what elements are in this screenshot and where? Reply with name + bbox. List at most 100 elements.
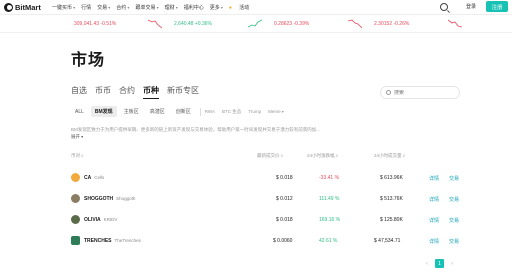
register-button[interactable]: 注册: [486, 1, 508, 12]
ticker-item[interactable]: 0.28623 -0.39%: [274, 21, 309, 27]
page-title: 市场: [71, 52, 106, 69]
top-nav: BitMart 一键买币 行情 交易 合约 跟单交易 理财 福利中心 更多 ● …: [0, 0, 512, 15]
filter-trump[interactable]: Trump: [248, 109, 261, 114]
coin-change: 111.49 %: [319, 196, 340, 202]
subtab-all[interactable]: ALL: [71, 107, 88, 117]
coin-ca-icon: [71, 173, 80, 182]
tab-favorites[interactable]: 自选: [71, 85, 87, 96]
nav-item-more[interactable]: 更多: [210, 4, 223, 11]
coin-price: $ 0.018: [276, 217, 293, 223]
logo-mark-icon: [4, 3, 13, 12]
nav-item-rewards[interactable]: 福利中心: [184, 4, 204, 11]
detail-link[interactable]: 详情: [429, 238, 439, 245]
pagination: ‹ 1 ›: [421, 259, 458, 268]
coin-volume: $ 47,534.71: [374, 238, 401, 244]
sparkline-down: [348, 19, 362, 29]
market-search[interactable]: [380, 86, 460, 99]
header-price[interactable]: 最新成交价⇵: [257, 153, 283, 159]
section-description: BM发现区致力于为用户提供早期、更多新的链上新资产发现与交易体验，帮助用户第一时…: [71, 127, 320, 132]
coin-symbol: CA: [84, 175, 92, 181]
coin-olivia-icon: [71, 215, 80, 224]
subtab-main-board[interactable]: 主板区: [120, 106, 143, 117]
coin-name: Cells: [94, 175, 105, 180]
coin-change: 169.16 %: [319, 217, 341, 223]
divider: [199, 107, 201, 116]
coin-price: $ 0.012: [276, 196, 293, 202]
ticker-item[interactable]: 2.30152 -0.26%: [374, 21, 409, 27]
trade-link[interactable]: 交易: [449, 175, 459, 182]
trade-link[interactable]: 交易: [449, 238, 459, 245]
nav-item-copy-trading[interactable]: 跟单交易: [135, 4, 158, 11]
ticker-strip: 309,041.43 -0.51% 2,640.48 +0.36% 0.2862…: [0, 15, 512, 33]
header-pair[interactable]: 币对⇵: [71, 153, 84, 159]
coin-symbol: SHOGGOTH: [84, 196, 114, 202]
trade-link[interactable]: 交易: [449, 217, 459, 224]
detail-link[interactable]: 详情: [429, 217, 439, 224]
nav-item-buy-crypto[interactable]: 一键买币: [52, 4, 75, 11]
detail-link[interactable]: 详情: [429, 196, 439, 203]
nav-right: 登录 注册: [439, 1, 508, 12]
subtab-bm-discovery[interactable]: BM发现: [90, 106, 117, 117]
coin-volume: $ 613.96K: [380, 175, 403, 181]
sort-icon: ⇵: [335, 154, 339, 158]
coin-symbol: OLIVIA: [84, 217, 101, 223]
table-row[interactable]: OLIVIA KRIDV $ 0.018 169.16 % $ 125.80K 详…: [71, 211, 463, 233]
header-volume-label: 24小时成交量: [374, 153, 402, 158]
coin-name: KRIDV: [103, 217, 118, 222]
table-row[interactable]: SHOGGOTH Shoggoth $ 0.012 111.49 % $ 513.…: [71, 190, 463, 212]
filter-meme-dropdown[interactable]: Meme: [268, 109, 284, 114]
header-pair-label: 币对: [71, 153, 80, 158]
subtab-high-potential[interactable]: 高潜区: [146, 106, 169, 117]
sparkline-down: [148, 19, 162, 29]
nav-item-trade[interactable]: 交易: [97, 4, 110, 11]
login-link[interactable]: 登录: [466, 3, 476, 10]
coin-change: 42.61 %: [319, 238, 338, 244]
detail-link[interactable]: 详情: [429, 175, 439, 182]
search-icon[interactable]: [439, 2, 448, 11]
nav-item-futures[interactable]: 合约: [116, 4, 129, 11]
next-page-icon[interactable]: ›: [446, 261, 458, 267]
coin-change: -33.41 %: [319, 175, 340, 181]
search-icon: [386, 90, 391, 95]
main-tabs: 自选 币币 合约 币种 新币专区: [71, 85, 207, 99]
coin-volume: $ 125.80K: [380, 217, 403, 223]
nav-item-markets[interactable]: 行情: [81, 4, 91, 11]
header-change[interactable]: 24小时涨跌幅⇵: [307, 153, 338, 159]
tab-coins[interactable]: 币种: [143, 85, 159, 99]
sort-icon: ⇵: [81, 154, 84, 158]
ticker-item[interactable]: 309,041.43 -0.51%: [74, 21, 116, 27]
coin-name: TheTrenches: [114, 238, 141, 243]
coin-trenches-icon: [71, 236, 80, 245]
prev-page-icon[interactable]: ‹: [421, 261, 433, 267]
coin-shoggoth-icon: [71, 194, 80, 203]
market-search-input[interactable]: [394, 89, 454, 96]
tab-futures[interactable]: 合约: [119, 85, 135, 96]
header-volume[interactable]: 24小时成交量⇵: [374, 153, 405, 159]
nav-item-earn[interactable]: 理财: [165, 4, 178, 11]
coin-volume: $ 513.76K: [380, 196, 403, 202]
expand-toggle[interactable]: 展开: [71, 134, 83, 140]
sparkline-up: [248, 19, 262, 28]
table-header: 币对⇵ 最新成交价⇵ 24小时涨跌幅⇵ 24小时成交量⇵: [71, 153, 463, 163]
nav-item-events[interactable]: ● 活动: [229, 4, 255, 11]
subtab-innovation[interactable]: 创新区: [172, 106, 195, 117]
tab-spot[interactable]: 币币: [95, 85, 111, 96]
tab-new-listings[interactable]: 新币专区: [167, 85, 199, 96]
ticker-item[interactable]: 2,640.48 +0.36%: [174, 21, 212, 27]
fire-icon: ●: [228, 5, 232, 11]
filter-rwa[interactable]: RWA: [205, 109, 215, 114]
nav-item-events-label: 活动: [239, 5, 250, 11]
filter-btc-ecosystem[interactable]: BTC 生态: [222, 109, 241, 115]
brand-logo[interactable]: BitMart: [4, 3, 41, 12]
trade-link[interactable]: 交易: [449, 196, 459, 203]
brand-name: BitMart: [15, 3, 41, 12]
coin-symbol: TRENCHES: [84, 238, 112, 244]
page-number-current[interactable]: 1: [435, 259, 444, 268]
nav-links: 一键买币 行情 交易 合约 跟单交易 理财 福利中心 更多 ● 活动: [52, 4, 261, 11]
table-row[interactable]: CA Cells $ 0.018 -33.41 % $ 613.96K 详情 交易: [71, 169, 463, 191]
coin-price: $ 0.0060: [273, 238, 293, 244]
sort-icon: ⇵: [280, 154, 284, 158]
table-row[interactable]: TRENCHES TheTrenches $ 0.0060 42.61 % $ 4…: [71, 232, 463, 254]
sparkline-down: [448, 19, 462, 28]
coin-name: Shoggoth: [116, 196, 136, 201]
